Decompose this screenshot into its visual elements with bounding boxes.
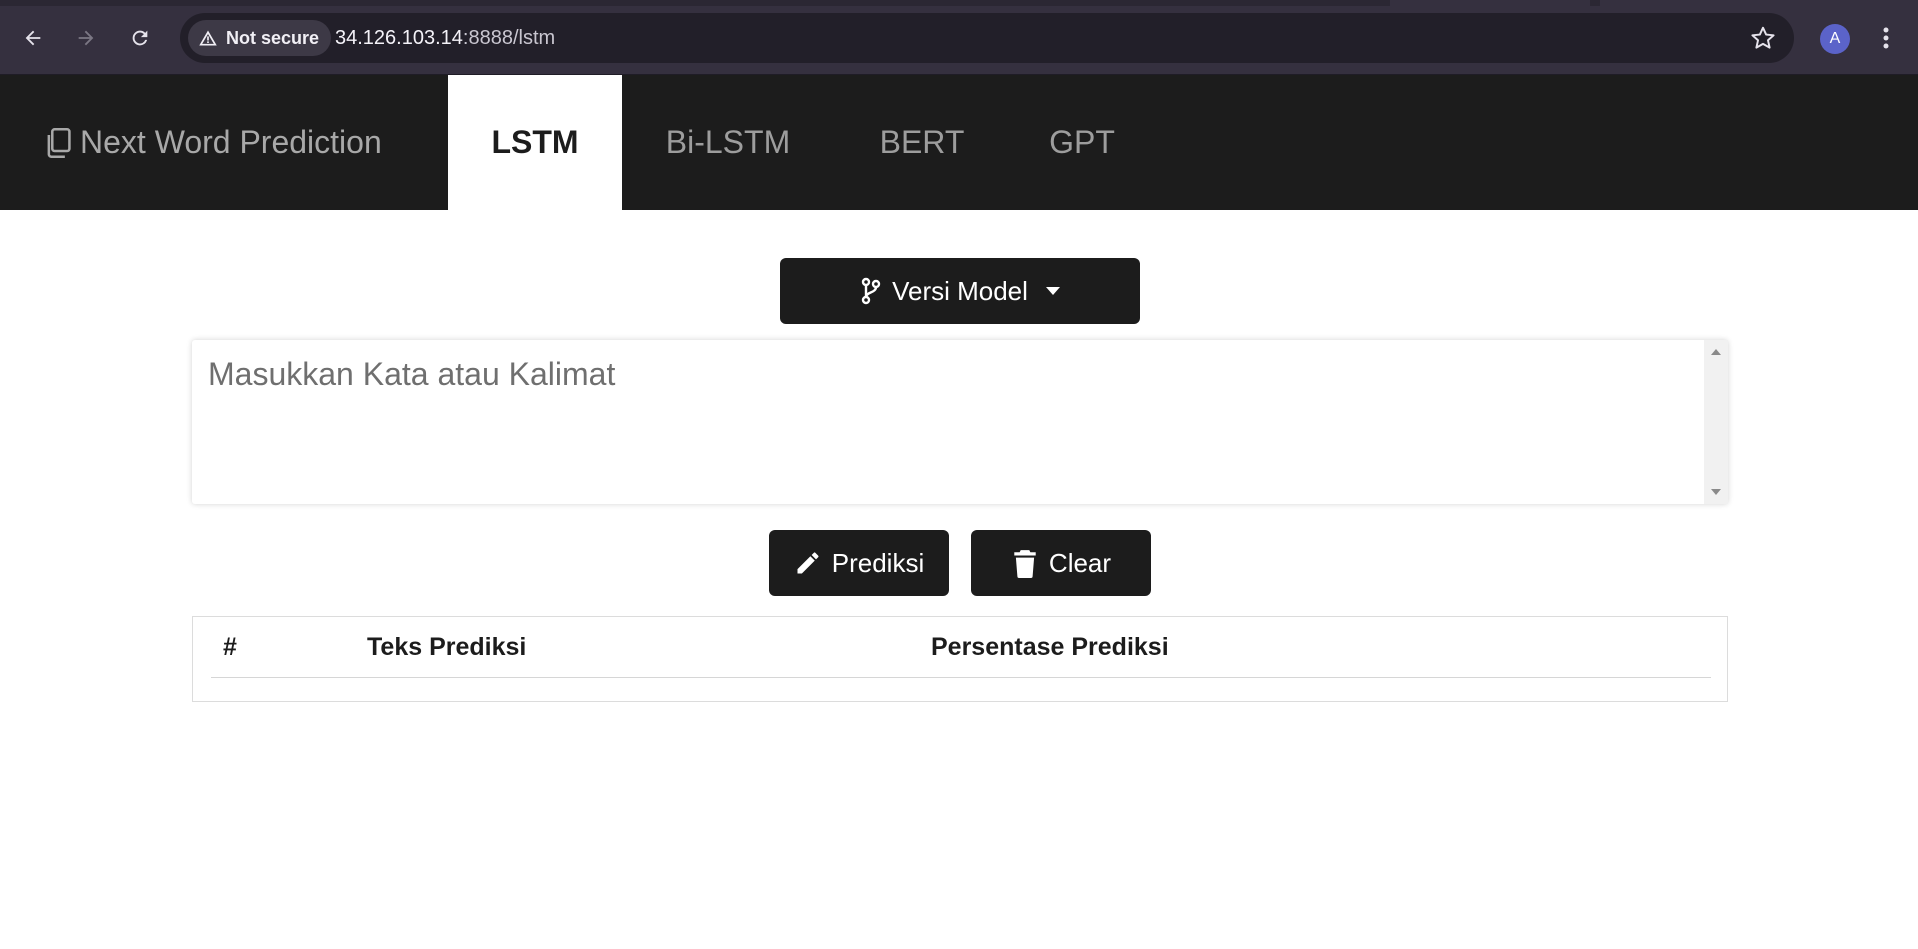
forward-button[interactable] [68, 20, 104, 56]
url-host: 34.126.103.14 [335, 27, 463, 49]
address-bar[interactable]: Not secure 34.126.103.14:8888/lstm [180, 13, 1794, 63]
arrow-left-icon [25, 30, 41, 46]
tab-lstm[interactable]: LSTM [448, 75, 622, 210]
tab-bert[interactable]: BERT [850, 75, 994, 210]
column-header-prediction-percent: Persentase Prediksi [931, 633, 1169, 661]
warning-icon [199, 30, 217, 46]
table-header-row: # Teks Prediksi Persentase Prediksi [211, 617, 1711, 678]
copy-icon [47, 127, 71, 158]
predict-label: Prediksi [831, 547, 925, 578]
reload-icon [132, 30, 148, 46]
tab-strip [0, 0, 1918, 6]
trash-icon [1014, 550, 1036, 578]
clear-button[interactable]: Clear [971, 530, 1151, 596]
predict-button[interactable]: Prediksi [769, 530, 949, 596]
tab-bi-lstm[interactable]: Bi-LSTM [640, 75, 816, 210]
arrow-right-icon [78, 30, 94, 46]
profile-avatar[interactable]: A [1820, 24, 1850, 54]
caret-down-icon [1045, 287, 1060, 295]
bookmark-star-icon[interactable] [1750, 25, 1776, 51]
back-button[interactable] [15, 20, 51, 56]
input-container [192, 340, 1728, 504]
url-path: :8888/lstm [462, 27, 556, 49]
tab-gpt[interactable]: GPT [1030, 75, 1134, 210]
clear-label: Clear [1048, 547, 1112, 578]
code-branch-icon [861, 277, 881, 305]
model-version-dropdown[interactable]: Versi Model [780, 258, 1140, 324]
scroll-up-icon[interactable] [1711, 349, 1721, 355]
browser-chrome: Not secure 34.126.103.14:8888/lstm A [0, 0, 1918, 75]
security-chip[interactable]: Not secure [188, 20, 332, 56]
url-text[interactable]: 34.126.103.14:8888/lstm [335, 13, 555, 63]
model-version-label: Versi Model [892, 275, 1028, 306]
pencil-icon [797, 552, 819, 574]
text-input[interactable] [192, 340, 1704, 504]
brand-title: Next Word Prediction [80, 124, 382, 160]
results-table: # Teks Prediksi Persentase Prediksi [192, 616, 1728, 702]
reload-button[interactable] [122, 20, 158, 56]
brand[interactable]: Next Word Prediction [44, 75, 382, 210]
column-header-predicted-text: Teks Prediksi [367, 633, 527, 661]
security-label: Not secure [226, 27, 320, 48]
app-navbar: Next Word Prediction LSTM Bi-LSTM BERT G… [0, 75, 1918, 210]
scroll-down-icon[interactable] [1711, 489, 1721, 495]
column-header-index: # [223, 633, 237, 661]
textarea-scrollbar[interactable] [1704, 340, 1728, 504]
more-options-icon[interactable] [1874, 22, 1898, 54]
